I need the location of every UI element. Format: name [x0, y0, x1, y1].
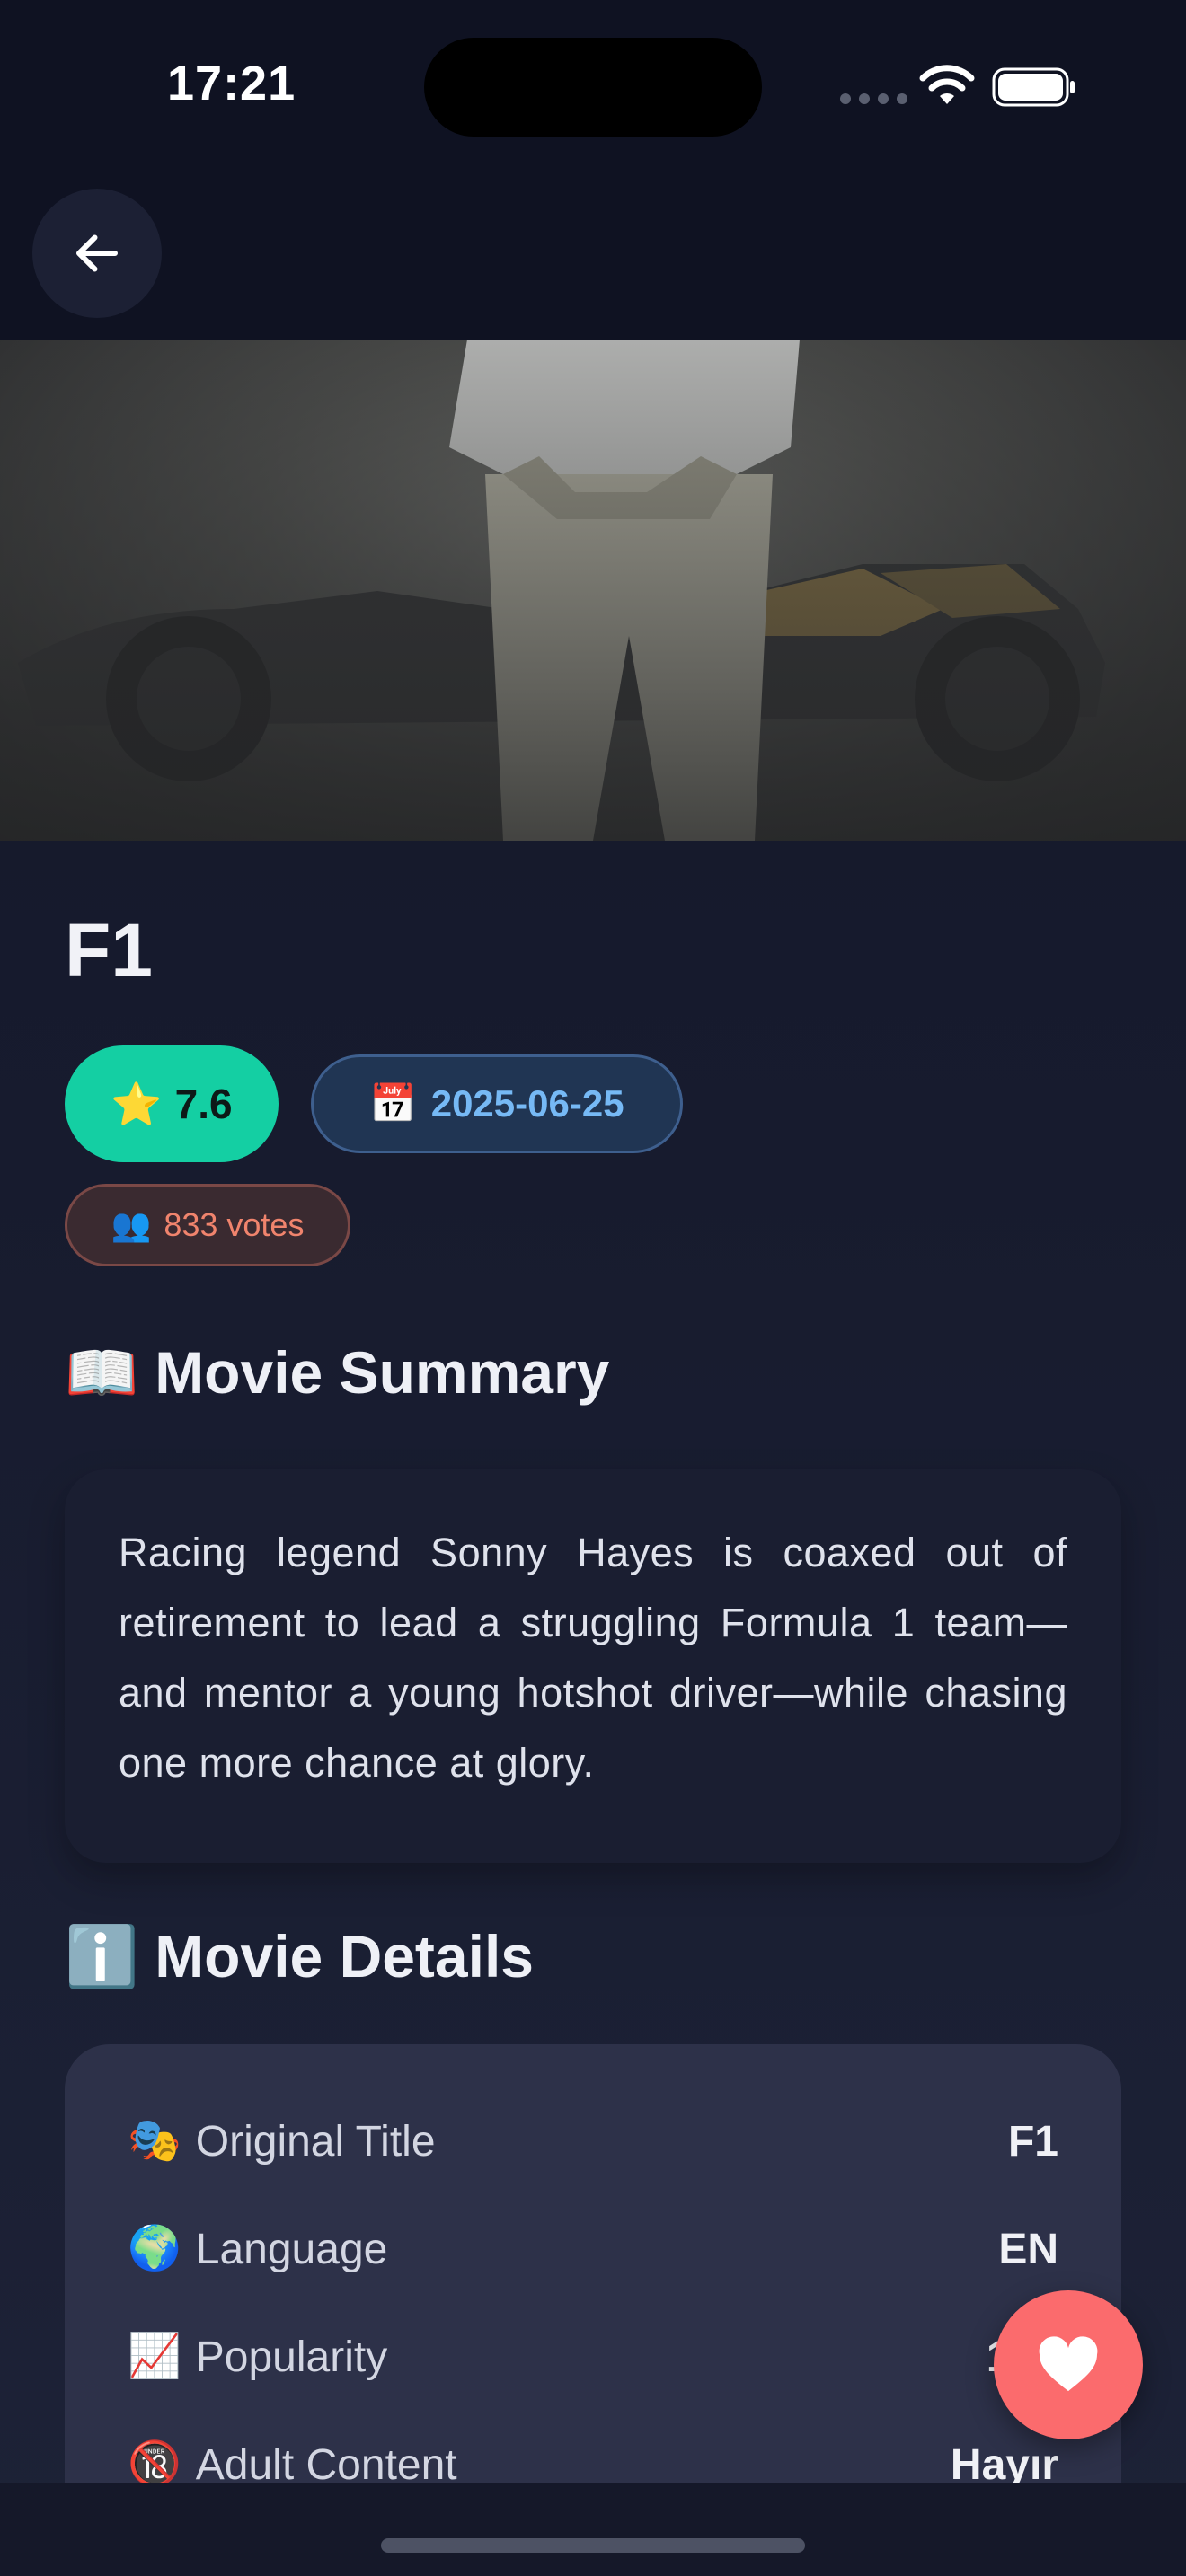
heart-icon [1039, 2336, 1098, 2392]
no-under-18-icon: 🔞 [128, 2440, 181, 2488]
battery-icon [992, 67, 1075, 107]
bottom-safe-area [0, 2483, 1186, 2576]
detail-row-popularity: 📈 Popularity 160 [128, 2312, 1058, 2402]
votes-badge: 👥 833 votes [65, 1184, 350, 1266]
status-time: 17:21 [167, 57, 296, 110]
summary-text: Racing legend Sonny Hayes is coaxed out … [119, 1530, 1067, 1786]
rating-value: 7.6 [174, 1081, 233, 1127]
summary-card: Racing legend Sonny Hayes is coaxed out … [65, 1469, 1121, 1863]
wifi-icon [919, 65, 975, 104]
people-icon: 👥 [111, 1206, 152, 1243]
movie-detail-screen: 17:21 F1 ⭐ 7.6 📅 2025-06-25 👥 833 votes … [0, 0, 1186, 2576]
detail-label: Popularity [195, 2333, 388, 2381]
status-bar: 17:21 [0, 0, 1186, 180]
detail-value: EN [998, 2225, 1058, 2273]
info-icon: ℹ️ [65, 1923, 139, 1989]
book-icon: 📖 [65, 1339, 139, 1406]
details-heading: ℹ️ Movie Details [65, 1922, 534, 1990]
votes-value: 833 votes [164, 1206, 305, 1243]
movie-backdrop-image [0, 340, 1186, 841]
movie-title: F1 [65, 908, 154, 992]
back-button[interactable] [32, 189, 162, 318]
summary-heading: 📖 Movie Summary [65, 1338, 609, 1407]
globe-icon: 🌍 [128, 2225, 181, 2272]
detail-label: Language [195, 2225, 388, 2273]
rating-badge: ⭐ 7.6 [65, 1045, 279, 1162]
arrow-left-icon [76, 234, 118, 272]
dynamic-island [424, 38, 762, 137]
home-indicator[interactable] [381, 2538, 805, 2553]
chart-increasing-icon: 📈 [128, 2333, 181, 2380]
detail-row-language: 🌍 Language EN [128, 2204, 1058, 2294]
release-date-badge: 📅 2025-06-25 [311, 1054, 683, 1153]
detail-value: F1 [1007, 2117, 1058, 2166]
theater-masks-icon: 🎭 [128, 2117, 181, 2165]
calendar-icon: 📅 [369, 1082, 417, 1125]
favorite-button[interactable] [994, 2290, 1143, 2439]
detail-row-original-title: 🎭 Original Title F1 [128, 2096, 1058, 2186]
star-icon: ⭐ [111, 1081, 163, 1127]
cellular-signal-icon [840, 93, 907, 104]
details-heading-label: Movie Details [155, 1923, 535, 1989]
summary-heading-label: Movie Summary [155, 1339, 610, 1406]
release-date-value: 2025-06-25 [430, 1082, 624, 1125]
detail-label: Original Title [195, 2117, 436, 2166]
